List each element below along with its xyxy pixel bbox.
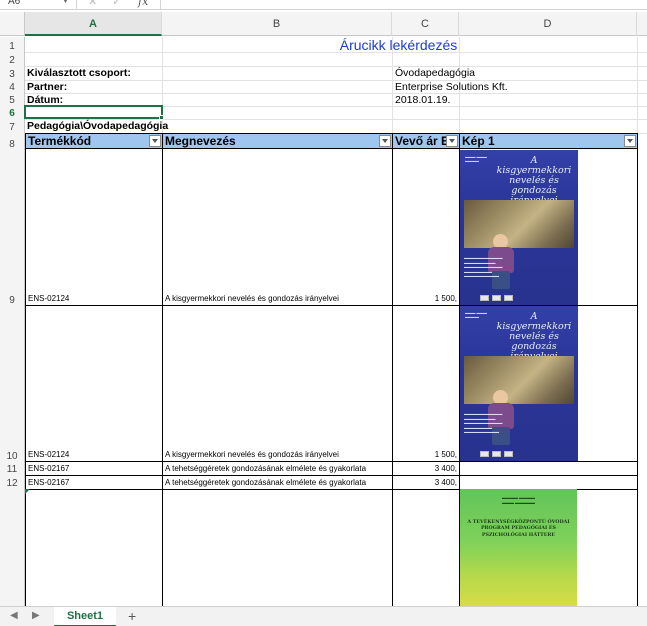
page-title: Árucikk lekérdezés — [339, 37, 458, 53]
cover-title: A TEVÉKENYSÉGKÖZPONTÚ ÓVODAI PROGRAM PED… — [467, 519, 570, 538]
table-row[interactable]: ENS-02167 — [25, 461, 163, 476]
row-header-6[interactable]: 6 — [0, 106, 25, 119]
header-label: Kép 1 — [462, 134, 495, 148]
formula-bar: A6 ▼ ✕ ✓ fx — [0, 0, 647, 10]
table-row[interactable]: ENS-02124 — [25, 305, 163, 462]
cell-code: ENS-02124 — [28, 294, 70, 303]
table-row[interactable]: 3 400, — [392, 475, 460, 490]
tab-scroll-left-icon[interactable]: ◀ — [10, 610, 18, 621]
filter-dropdown-icon[interactable] — [379, 135, 391, 147]
column-header-d[interactable]: D — [459, 12, 637, 36]
table-row[interactable]: A tehetséggéretek gondozásának elmélete … — [162, 461, 393, 476]
header-label: Megnevezés — [165, 134, 236, 148]
cell-price: 3 400, — [434, 478, 457, 487]
filter-dropdown-icon[interactable] — [149, 135, 161, 147]
select-all-corner[interactable] — [0, 12, 25, 36]
category-path: Pedagógia\Óvodapedagógia — [27, 120, 169, 132]
column-headers: A B C D — [0, 12, 647, 36]
table-row[interactable]: A tehetséggéretek gondozásának elmélete … — [162, 475, 393, 490]
table-row[interactable]: 3 400, — [392, 461, 460, 476]
cell-code: ENS-02167 — [28, 478, 70, 487]
partner-label: Partner: — [27, 81, 68, 93]
row-header-2[interactable]: 2 — [0, 52, 25, 66]
table-row[interactable] — [459, 475, 638, 490]
row-header-1[interactable]: 1 — [0, 37, 25, 52]
table-header-image: Kép 1 — [459, 133, 638, 149]
cover-description: ▬▬▬▬▬▬▬▬▬▬▬ ▬▬▬▬▬▬▬▬▬ ▬▬▬▬▬▬▬▬▬▬▬ ▬▬▬▬▬▬… — [464, 256, 503, 278]
cover-photo — [464, 356, 574, 404]
cover-photo — [464, 200, 574, 248]
row-header-8[interactable]: 8 — [0, 133, 25, 150]
row-header-5[interactable]: 5 — [0, 93, 25, 106]
cell-name: A kisgyermekkori nevelés és gondozás irá… — [165, 450, 339, 459]
book-cover-image[interactable]: ▬▬▬ ▬▬▬ ▬▬▬▬ A kisgyermekkori nevelés és … — [460, 150, 578, 305]
cover-title: A kisgyermekkori nevelés és gondozás irá… — [496, 311, 572, 362]
cell-price: 3 400, — [434, 464, 457, 473]
cell-code: ENS-02124 — [28, 450, 70, 459]
row-header-9[interactable]: 9 — [0, 150, 25, 306]
error-indicator-icon — [25, 489, 30, 494]
cover-logos — [480, 293, 530, 301]
add-sheet-icon[interactable]: + — [128, 608, 136, 624]
gridline — [25, 93, 647, 94]
row-header-11[interactable]: 11 — [0, 462, 25, 475]
cell-name: A tehetséggéretek gondozásának elmélete … — [165, 464, 367, 473]
divider — [76, 0, 77, 9]
check-icon[interactable]: ✓ — [112, 0, 121, 8]
table-header-code: Termékkód — [25, 133, 163, 149]
partner-value: Enterprise Solutions Kft. — [395, 81, 508, 93]
table-row[interactable]: 1 500, — [392, 149, 460, 306]
table-row[interactable] — [162, 489, 393, 609]
cell-price: 1 500, — [434, 294, 457, 303]
row-header-12[interactable]: 12 — [0, 475, 25, 489]
table-header-name: Megnevezés — [162, 133, 393, 149]
row-header-3[interactable]: 3 — [0, 66, 25, 80]
cell-price: 1 500, — [434, 450, 457, 459]
column-header-a[interactable]: A — [25, 12, 162, 36]
table-row[interactable]: ENS-02167 — [25, 475, 163, 490]
table-row[interactable]: ENS-02124 — [25, 149, 163, 306]
cover-logos — [480, 449, 530, 457]
cover-authors: ▬▬▬▬ ▬▬▬▬ ▬▬▬ ▬▬▬▬▬ — [501, 495, 536, 505]
chevron-down-icon[interactable]: ▼ — [62, 0, 70, 8]
book-cover-image[interactable]: ▬▬▬▬ ▬▬▬▬ ▬▬▬ ▬▬▬▬▬ A TEVÉKENYSÉGKÖZPONTÚ… — [460, 489, 577, 606]
table-row[interactable]: 1 500, — [392, 305, 460, 462]
date-value: 2018.01.19. — [395, 94, 451, 106]
tab-scroll-right-icon[interactable]: ▶ — [32, 610, 40, 621]
gridline — [25, 80, 647, 81]
table-row[interactable] — [25, 489, 163, 609]
cancel-icon[interactable]: ✕ — [88, 0, 97, 8]
fill-handle[interactable] — [159, 115, 164, 120]
column-header-c[interactable]: C — [392, 12, 459, 36]
insert-function-icon[interactable]: fx — [138, 0, 148, 8]
selected-cell[interactable] — [24, 105, 163, 119]
cover-title: A kisgyermekkori nevelés és gondozás irá… — [496, 155, 572, 206]
book-cover-image[interactable]: ▬▬▬ ▬▬▬ ▬▬▬▬ A kisgyermekkori nevelés és … — [460, 306, 578, 461]
group-label: Kiválasztott csoport: — [27, 67, 131, 79]
header-label: Vevő ár E — [395, 134, 450, 148]
header-label: Termékkód — [28, 134, 92, 148]
table-row[interactable] — [459, 461, 638, 476]
cell-code: ENS-02167 — [28, 464, 70, 473]
row-header-7[interactable]: 7 — [0, 119, 25, 133]
cover-description: ▬▬▬▬▬▬▬▬▬▬▬ ▬▬▬▬▬▬▬▬▬ ▬▬▬▬▬▬▬▬▬▬▬ ▬▬▬▬▬▬… — [464, 412, 503, 434]
divider — [160, 0, 161, 9]
group-value: Óvodapedagógia — [395, 67, 475, 79]
row-header-4[interactable]: 4 — [0, 80, 25, 93]
filter-dropdown-icon[interactable] — [446, 135, 458, 147]
column-header-b[interactable]: B — [162, 12, 392, 36]
table-row[interactable] — [392, 489, 460, 609]
tab-sheet1[interactable]: Sheet1 — [54, 607, 116, 626]
table-header-price: Vevő ár E — [392, 133, 460, 149]
cell-name: A kisgyermekkori nevelés és gondozás irá… — [165, 294, 339, 303]
cell-name: A tehetséggéretek gondozásának elmélete … — [165, 478, 367, 487]
filter-dropdown-icon[interactable] — [624, 135, 636, 147]
row-header-10[interactable]: 10 — [0, 306, 25, 462]
sheet-tabs-bar: ◀ ▶ Sheet1 + — [0, 606, 647, 626]
table-row[interactable]: A kisgyermekkori nevelés és gondozás irá… — [162, 305, 393, 462]
row-header-13[interactable] — [0, 489, 25, 606]
table-row[interactable]: A kisgyermekkori nevelés és gondozás irá… — [162, 149, 393, 306]
